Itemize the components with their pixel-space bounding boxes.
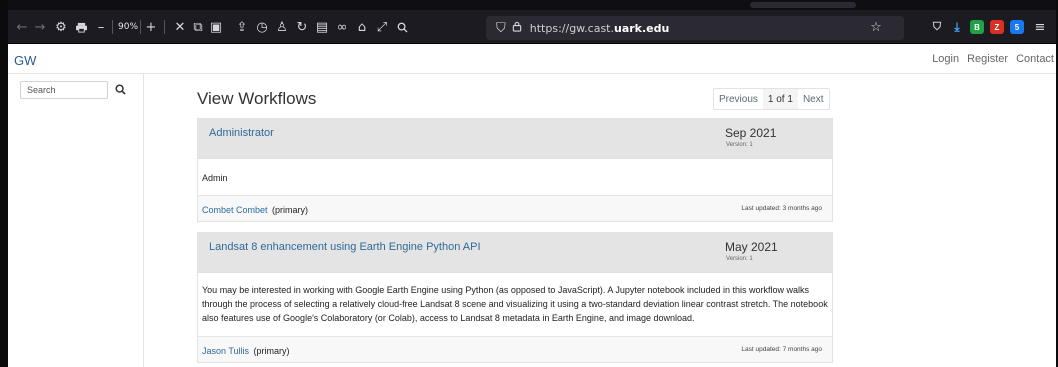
workflow-card-header: Landsat 8 enhancement using Earth Engine… <box>198 232 832 272</box>
workflow-description: You may be interested in working with Go… <box>198 272 832 336</box>
toolbar-row: ← → ⚙ – 90% + ✕ ⧉ ▣ ⇪ ◷ ♙ ↻ ▤ ∞ ⌂ ⤢ ⛉ ht… <box>8 12 1056 42</box>
home-icon[interactable]: ⌂ <box>354 12 370 42</box>
pager-next[interactable]: Next <box>797 89 829 109</box>
find-icon[interactable] <box>394 12 410 42</box>
tracking-protection-icon[interactable]: ⛉ <box>496 21 506 36</box>
share-icon[interactable]: ⇪ <box>234 12 250 42</box>
last-updated: Last updated: 7 months ago <box>741 346 822 353</box>
author-role: (primary) <box>253 346 290 356</box>
settings-icon[interactable]: ⚙ <box>52 12 70 42</box>
infinity-icon[interactable]: ∞ <box>334 12 350 42</box>
screen-frame-left <box>0 0 8 367</box>
author-role: (primary) <box>272 205 309 215</box>
fullscreen-icon[interactable]: ⤢ <box>374 12 390 42</box>
paste-icon[interactable]: ▣ <box>208 12 224 42</box>
zoom-out-icon[interactable]: – <box>94 12 108 42</box>
workflow-author: Combet Combet (primary) <box>202 205 308 215</box>
url-text[interactable]: https://gw.cast.uark.edu <box>530 22 670 35</box>
download-icon[interactable]: ⤓ <box>950 20 964 34</box>
workflow-version: Version: 1 <box>726 256 753 262</box>
bookmark-star-icon[interactable]: ☆ <box>868 12 884 42</box>
workflow-title[interactable]: Administrator <box>209 127 274 139</box>
workflow-card-footer: Combet Combet (primary) Last updated: 3 … <box>198 195 832 222</box>
copy-icon[interactable]: ⧉ <box>190 12 206 42</box>
workflow-date: Sep 2021 <box>725 126 777 140</box>
top-nav: Login Register Contact <box>932 53 1054 65</box>
nav-login[interactable]: Login <box>932 53 959 65</box>
menu-icon[interactable]: ≡ <box>1032 12 1048 42</box>
workflow-description: Admin <box>198 158 832 195</box>
active-tab-indicator[interactable] <box>750 2 856 8</box>
nav-register[interactable]: Register <box>967 53 1008 65</box>
pager-current: 1 of 1 <box>762 89 798 109</box>
sidebar <box>8 74 144 367</box>
author-link[interactable]: Jason Tullis <box>202 346 249 356</box>
nav-contact[interactable]: Contact <box>1016 53 1054 65</box>
pagination: Previous 1 of 1 Next <box>713 88 830 110</box>
pager-previous[interactable]: Previous <box>714 89 763 109</box>
workflow-card-header: Administrator Sep 2021 Version: 1 <box>198 118 832 158</box>
lock-icon[interactable] <box>512 21 522 36</box>
browser-toolbar: ← → ⚙ – 90% + ✕ ⧉ ▣ ⇪ ◷ ♙ ↻ ▤ ∞ ⌂ ⤢ ⛉ ht… <box>8 0 1056 44</box>
reload-icon[interactable]: ↻ <box>294 12 310 42</box>
search-input[interactable] <box>20 81 108 99</box>
puzzle-icon[interactable]: 5 <box>1010 20 1024 34</box>
address-bar[interactable]: ⛉ https://gw.cast.uark.edu <box>486 16 904 40</box>
separator <box>164 20 165 34</box>
last-updated: Last updated: 3 months ago <box>741 205 822 212</box>
workflow-author: Jason Tullis (primary) <box>202 346 290 356</box>
cut-icon[interactable]: ✕ <box>172 12 188 42</box>
forward-icon[interactable]: → <box>32 12 48 42</box>
url-prefix: https://gw.cast. <box>529 21 614 35</box>
separator <box>140 20 141 34</box>
workflow-card-footer: Jason Tullis (primary) Last updated: 7 m… <box>198 336 832 363</box>
pocket-icon[interactable]: ⛉ <box>930 20 944 34</box>
zoom-in-icon[interactable]: + <box>144 12 158 42</box>
author-link[interactable]: Combet Combet <box>202 205 268 215</box>
search-icon[interactable] <box>112 80 128 98</box>
workflow-card: Administrator Sep 2021 Version: 1 Admin … <box>197 118 833 222</box>
back-icon[interactable]: ← <box>14 12 30 42</box>
history-icon[interactable]: ◷ <box>254 12 270 42</box>
zoom-level[interactable]: 90% <box>118 12 138 42</box>
web-page: GW Login Register Contact View Workflows… <box>8 45 1056 367</box>
b-extension-icon[interactable]: B <box>970 20 984 34</box>
separator <box>112 20 113 34</box>
tab-strip <box>8 0 1056 10</box>
site-brand[interactable]: GW <box>14 53 36 68</box>
header-divider <box>8 73 1056 74</box>
page-title: View Workflows <box>197 89 317 108</box>
print-icon[interactable] <box>72 12 90 42</box>
reader-view-icon[interactable]: ▤ <box>314 12 330 42</box>
workflow-date: May 2021 <box>725 240 778 254</box>
url-domain: uark.edu <box>614 21 670 35</box>
red-extension-icon[interactable]: Z <box>990 20 1004 34</box>
workflow-version: Version: 1 <box>726 142 753 148</box>
workflow-title[interactable]: Landsat 8 enhancement using Earth Engine… <box>209 241 481 253</box>
workflow-card: Landsat 8 enhancement using Earth Engine… <box>197 232 833 363</box>
account-icon[interactable]: ♙ <box>274 12 290 42</box>
